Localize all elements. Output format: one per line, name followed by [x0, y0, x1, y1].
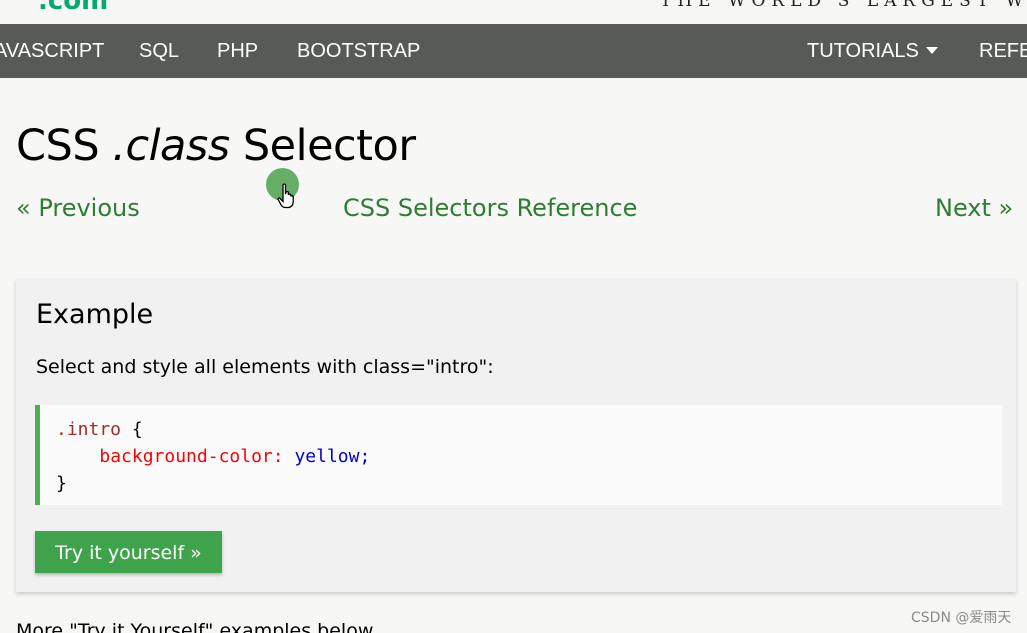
nav-references[interactable]: REFERENCES [979, 24, 1027, 78]
previous-link[interactable]: « Previous [16, 194, 140, 222]
title-prefix: CSS [16, 121, 100, 171]
code-open-brace: { [131, 419, 143, 440]
page: .com THE WORLD'S LARGEST WEB DEVELOPER S… [0, 0, 1027, 633]
hand-pointer-icon [277, 183, 297, 213]
code-content: .intro { background-color: yellow; } [56, 416, 370, 497]
try-it-yourself-button[interactable]: Try it yourself » [35, 531, 222, 573]
code-value: yellow; [294, 446, 371, 467]
example-box: Example Select and style all elements wi… [16, 279, 1016, 592]
more-examples-text: More "Try it Yourself" examples below. [16, 620, 378, 633]
nav-sql[interactable]: SQL [139, 24, 179, 78]
nav-php[interactable]: PHP [217, 24, 258, 78]
next-link[interactable]: Next » [935, 194, 1013, 222]
site-tagline: THE WORLD'S LARGEST WEB DEVELOPER SITE [660, 0, 1027, 11]
nav-tutorials-label: TUTORIALS [807, 40, 919, 62]
site-logo[interactable]: .com [38, 0, 108, 16]
caret-down-icon [925, 47, 938, 54]
nav-tutorials[interactable]: TUTORIALS [807, 24, 938, 78]
main-navbar: JAVASCRIPT SQL PHP BOOTSTRAP TUTORIALS R… [0, 24, 1027, 78]
nav-bootstrap[interactable]: BOOTSTRAP [297, 24, 420, 78]
csdn-watermark: CSDN @爱雨天 [911, 610, 1012, 626]
top-header: .com THE WORLD'S LARGEST WEB DEVELOPER S… [0, 0, 1027, 24]
title-emphasis: .class [112, 121, 230, 171]
example-description: Select and style all elements with class… [36, 356, 494, 378]
example-heading: Example [36, 299, 154, 330]
code-block: .intro { background-color: yellow; } [35, 405, 1002, 505]
code-property: background-color: [99, 446, 284, 467]
code-selector: .intro [56, 419, 122, 440]
page-title: CSS .class Selector [16, 121, 416, 171]
title-suffix: Selector [242, 121, 416, 171]
selectors-reference-link[interactable]: CSS Selectors Reference [343, 194, 637, 222]
nav-javascript[interactable]: JAVASCRIPT [0, 24, 104, 78]
code-close-brace: } [56, 473, 67, 494]
